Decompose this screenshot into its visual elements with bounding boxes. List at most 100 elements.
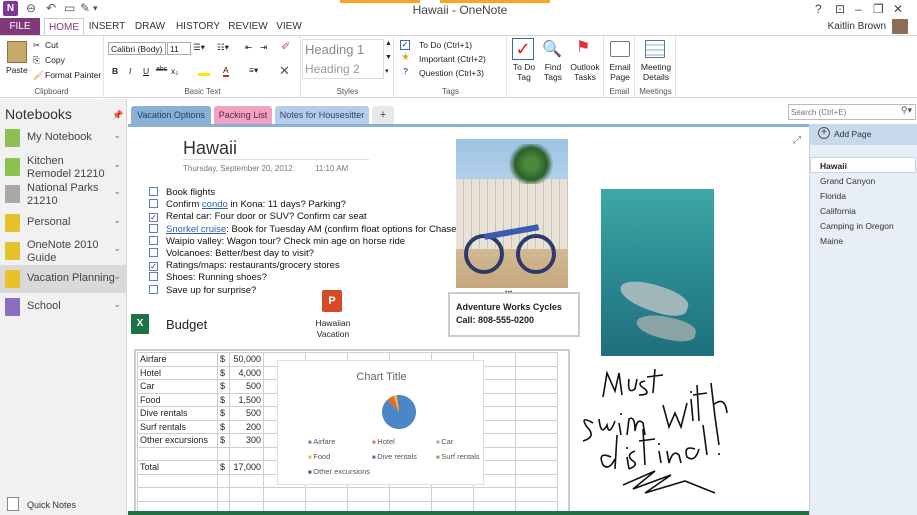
dock-icon[interactable]: ▭ (64, 1, 75, 15)
table-cell[interactable] (137, 487, 218, 502)
table-cell[interactable] (473, 487, 516, 502)
todo-checkbox[interactable] (149, 284, 158, 294)
attachment-label[interactable]: Hawaiian Vacation (308, 318, 358, 340)
avatar[interactable] (892, 19, 908, 34)
todo-checkbox[interactable]: ✓ (149, 262, 158, 272)
table-cell[interactable] (263, 487, 306, 502)
todo-checkbox[interactable] (149, 248, 158, 257)
section-tab-packing-list[interactable]: Packing List (214, 106, 272, 124)
tab-insert[interactable]: INSERT (88, 18, 126, 35)
table-cell[interactable] (515, 365, 558, 380)
touch-mode-icon[interactable]: ✎ (80, 1, 90, 15)
tab-home[interactable]: HOME (44, 18, 84, 35)
font-color-icon[interactable]: A (223, 65, 229, 77)
cut-icon[interactable]: ✂ (33, 40, 40, 51)
style-heading-1[interactable]: Heading 1 (305, 42, 364, 57)
copy-icon[interactable]: ⎘ (33, 55, 40, 66)
todo-checkbox[interactable] (149, 187, 158, 196)
add-page-button[interactable]: + Add Page (810, 124, 917, 145)
table-cell[interactable]: Food (137, 392, 218, 407)
todo-item[interactable]: Volcanoes: Better/best day to visit? (149, 248, 314, 260)
underline-button[interactable]: U (143, 66, 149, 76)
note-container[interactable]: Adventure Works Cycles Call: 808-555-020… (448, 292, 580, 337)
table-cell[interactable]: 500 (229, 406, 264, 421)
tag-question[interactable]: Question (Ctrl+3) (419, 68, 484, 78)
table-cell[interactable]: $ (217, 406, 230, 421)
table-cell[interactable]: Hotel (137, 365, 218, 380)
highlight-icon[interactable] (198, 66, 210, 76)
notebook-item-kitchen-remodel[interactable]: Kitchen Remodel 21210 ⌄ (0, 153, 126, 181)
table-row[interactable] (137, 487, 558, 502)
todo-checkbox[interactable] (149, 272, 158, 282)
meeting-details-button[interactable]: Meeting Details (637, 62, 675, 82)
table-cell[interactable]: $ (217, 392, 230, 407)
table-cell[interactable]: 300 (229, 433, 264, 448)
notebook-item-school[interactable]: School ⌄ (0, 293, 126, 321)
table-cell[interactable] (347, 487, 390, 502)
todo-item[interactable]: Book flights (149, 187, 215, 199)
todo-checkbox[interactable] (149, 223, 158, 233)
customize-qat-icon[interactable]: ▾ (93, 3, 98, 14)
cut-button[interactable]: Cut (45, 40, 58, 50)
table-cell[interactable]: $ (217, 419, 230, 434)
back-icon[interactable]: ⊖ (26, 1, 36, 15)
indent-icon[interactable]: ⇥ (260, 42, 267, 53)
todo-item[interactable]: Snorkel cruise: Book for Tuesday AM (con… (149, 223, 460, 236)
page-item-florida[interactable]: Florida (820, 191, 846, 201)
close-button[interactable]: ✕ (893, 2, 903, 16)
table-cell[interactable] (305, 487, 348, 502)
table-cell[interactable] (515, 352, 558, 367)
quick-notes-link[interactable]: Quick Notes (27, 500, 76, 510)
search-icon[interactable]: ⚲▾ (901, 105, 912, 116)
page-item-maine[interactable]: Maine (820, 236, 843, 246)
section-tab-notes-for-housesitter[interactable]: Notes for Housesitter (275, 106, 369, 124)
paste-icon[interactable] (7, 41, 27, 63)
font-family-select[interactable]: Calibri (Body) (108, 42, 166, 55)
dolphin-photo[interactable] (601, 189, 714, 356)
restore-button[interactable]: ❐ (873, 2, 884, 16)
table-cell[interactable] (137, 446, 218, 461)
email-icon[interactable] (610, 41, 630, 57)
page-item-california[interactable]: California (820, 206, 856, 216)
tag-todo[interactable]: To Do (Ctrl+1) (419, 40, 472, 50)
pin-icon[interactable]: 📌 (112, 110, 123, 121)
clear-formatting-icon[interactable]: ✐ (281, 40, 290, 53)
table-cell[interactable]: $ (217, 352, 230, 367)
outlook-tasks-button[interactable]: Outlook Tasks (567, 62, 603, 82)
todo-checkbox[interactable] (149, 235, 158, 245)
chevron-down-icon[interactable]: ⌄ (113, 243, 121, 254)
strikethrough-button[interactable]: abc (156, 66, 167, 73)
table-cell[interactable] (515, 406, 558, 421)
notebook-item-my-notebook[interactable]: My Notebook ⌄ (0, 124, 126, 152)
bicycle-photo[interactable] (456, 139, 568, 288)
table-cell[interactable] (217, 473, 230, 488)
bullets-icon[interactable]: ☰▾ (193, 42, 205, 53)
note-line-2[interactable]: Call: 808-555-0200 (456, 315, 534, 325)
table-cell[interactable]: 200 (229, 419, 264, 434)
todo-checkbox[interactable]: ✓ (149, 213, 158, 223)
styles-gallery[interactable]: Heading 1 Heading 2 (302, 39, 384, 79)
table-cell[interactable] (229, 473, 264, 488)
table-cell[interactable] (137, 473, 218, 488)
todo-item[interactable]: ✓ Rental car: Four door or SUV? Confirm c… (149, 211, 367, 223)
delete-icon[interactable]: ✕ (279, 63, 290, 79)
email-page-button[interactable]: Email Page (605, 62, 635, 82)
table-cell[interactable] (217, 487, 230, 502)
chart-area[interactable]: Chart Title ■ Airfare ■ Hotel ■ Car ■ Food ■… (277, 360, 484, 485)
table-cell[interactable]: 1,500 (229, 392, 264, 407)
table-cell[interactable] (217, 446, 230, 461)
table-cell[interactable]: $ (217, 460, 230, 475)
table-cell[interactable]: Surf rentals (137, 419, 218, 434)
styles-scroll-icon[interactable]: ▲ (385, 40, 392, 47)
subscript-button[interactable]: x₂ (171, 66, 179, 76)
ribbon-display-icon[interactable]: ⊡ (835, 2, 845, 16)
table-cell[interactable] (515, 473, 558, 488)
todo-link[interactable]: condo (202, 199, 228, 210)
format-painter-button[interactable]: Format Painter (45, 70, 101, 80)
table-cell[interactable]: 17,000 (229, 460, 264, 475)
table-cell[interactable]: 500 (229, 379, 264, 394)
todo-checkbox[interactable] (149, 199, 158, 209)
tag-important[interactable]: Important (Ctrl+2) (419, 54, 486, 64)
page-item-grand-canyon[interactable]: Grand Canyon (820, 176, 875, 186)
format-painter-icon[interactable]: 🖌 (33, 70, 44, 81)
